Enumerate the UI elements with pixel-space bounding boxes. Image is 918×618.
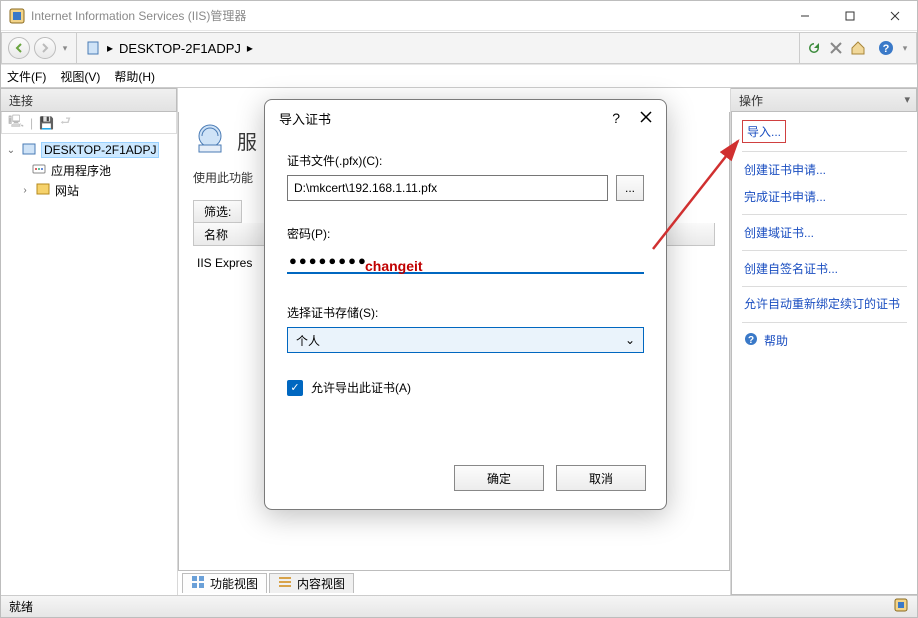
certificates-icon — [193, 122, 227, 159]
nav-history-dropdown[interactable]: ▾ — [58, 43, 72, 54]
connections-label: 连接 — [9, 92, 33, 109]
actions-header: 操作 ▾ — [731, 88, 917, 112]
tree-sites[interactable]: › 网站 — [5, 180, 173, 200]
certificate-file-input[interactable] — [287, 175, 608, 201]
collapse-icon[interactable]: ⌄ — [5, 145, 17, 156]
tree-root[interactable]: ⌄ DESKTOP-2F1ADPJ — [5, 140, 173, 160]
window-maximize-button[interactable] — [827, 1, 872, 30]
menubar: 文件(F) 视图(V) 帮助(H) — [1, 64, 917, 88]
action-create-selfsigned[interactable]: 创建自签名证书... — [742, 255, 907, 282]
action-allow-rebind[interactable]: 允许自动重新绑定续订的证书 — [742, 291, 907, 318]
allow-export-checkbox[interactable]: ✓ — [287, 380, 303, 396]
password-field-label: 密码(P): — [287, 225, 644, 242]
content-tab-icon — [278, 575, 292, 592]
cert-row-name: IIS Expres — [197, 256, 252, 270]
features-tab-icon — [191, 575, 205, 592]
ok-button[interactable]: 确定 — [454, 465, 544, 491]
status-ready: 就绪 — [9, 598, 33, 615]
tree-app-pools[interactable]: 应用程序池 — [5, 160, 173, 180]
nav-buttons: ▾ — [1, 32, 77, 64]
password-annotation: changeit — [365, 258, 423, 274]
window-close-button[interactable] — [872, 1, 917, 30]
actions-collapse-icon[interactable]: ▾ — [904, 93, 910, 106]
breadcrumb[interactable]: ▸ DESKTOP-2F1ADPJ ▸ — [77, 32, 800, 64]
import-certificate-dialog: 导入证书 ? 证书文件(.pfx)(C): ... 密码(P): changei… — [264, 99, 667, 510]
action-create-domain-cert[interactable]: 创建域证书... — [742, 219, 907, 246]
store-field-label: 选择证书存储(S): — [287, 304, 644, 321]
connections-header: 连接 — [1, 88, 177, 112]
menu-file[interactable]: 文件(F) — [7, 68, 46, 85]
app-icon — [9, 8, 25, 24]
tree-save-icon[interactable]: 💾 — [39, 116, 54, 130]
tab-features-label: 功能视图 — [210, 575, 258, 592]
sites-icon — [35, 181, 51, 200]
app-pools-icon — [31, 161, 47, 180]
tree-connect-icon[interactable]: 🖳 — [8, 112, 24, 133]
dialog-help-button[interactable]: ? — [612, 110, 620, 126]
tree-sep: | — [30, 116, 33, 130]
server-icon — [21, 141, 37, 160]
password-input[interactable] — [287, 248, 644, 274]
actions-label: 操作 — [739, 92, 763, 109]
allow-export-label: 允许导出此证书(A) — [311, 379, 411, 396]
window-titlebar: Internet Information Services (IIS)管理器 — [1, 1, 917, 31]
cancel-button[interactable]: 取消 — [556, 465, 646, 491]
home-icon[interactable] — [848, 38, 868, 58]
tree-root-label: DESKTOP-2F1ADPJ — [41, 142, 159, 158]
server-icon — [85, 40, 101, 56]
breadcrumb-sep2: ▸ — [247, 41, 253, 55]
window-minimize-button[interactable] — [782, 1, 827, 30]
tab-content-view[interactable]: 内容视图 — [269, 573, 354, 593]
nav-forward-button[interactable] — [34, 37, 56, 59]
tab-features-view[interactable]: 功能视图 — [182, 573, 267, 593]
tree-sites-label: 网站 — [55, 182, 79, 199]
svg-text:?: ? — [748, 335, 754, 346]
help-dropdown[interactable]: ▾ — [898, 43, 912, 54]
breadcrumb-host: DESKTOP-2F1ADPJ — [119, 41, 241, 56]
action-help[interactable]: ? 帮助 — [742, 327, 907, 354]
filter-label: 筛选: — [193, 200, 242, 223]
tree-up-icon[interactable]: ⮐ — [60, 112, 71, 133]
tree-app-pools-label: 应用程序池 — [51, 162, 111, 179]
breadcrumb-sep: ▸ — [107, 41, 113, 55]
chevron-down-icon: ⌄ — [625, 333, 635, 347]
tree-toolbar: 🖳 | 💾 ⮐ — [1, 112, 177, 134]
nav-back-button[interactable] — [8, 37, 30, 59]
menu-help[interactable]: 帮助(H) — [114, 68, 155, 85]
expand-icon[interactable]: › — [19, 185, 31, 196]
menu-view[interactable]: 视图(V) — [60, 68, 100, 85]
dialog-close-button[interactable] — [640, 111, 652, 126]
store-selected-value: 个人 — [296, 332, 320, 349]
window-title: Internet Information Services (IIS)管理器 — [31, 7, 246, 24]
action-import[interactable]: 导入... — [747, 123, 781, 140]
file-field-label: 证书文件(.pfx)(C): — [287, 152, 644, 169]
svg-text:?: ? — [883, 43, 890, 55]
status-config-icon[interactable] — [893, 597, 909, 616]
dialog-title: 导入证书 — [279, 109, 331, 128]
refresh-all-icon[interactable] — [804, 38, 824, 58]
action-create-request[interactable]: 创建证书申请... — [742, 156, 907, 183]
action-help-label: 帮助 — [764, 332, 788, 349]
browse-button[interactable]: ... — [616, 175, 644, 201]
tab-content-label: 内容视图 — [297, 575, 345, 592]
page-title: 服 — [237, 126, 257, 155]
stop-icon[interactable] — [826, 38, 846, 58]
help-icon[interactable]: ? — [876, 38, 896, 58]
certificate-store-select[interactable]: 个人 ⌄ — [287, 327, 644, 353]
action-complete-request[interactable]: 完成证书申请... — [742, 183, 907, 210]
help-circle-icon: ? — [744, 332, 758, 349]
